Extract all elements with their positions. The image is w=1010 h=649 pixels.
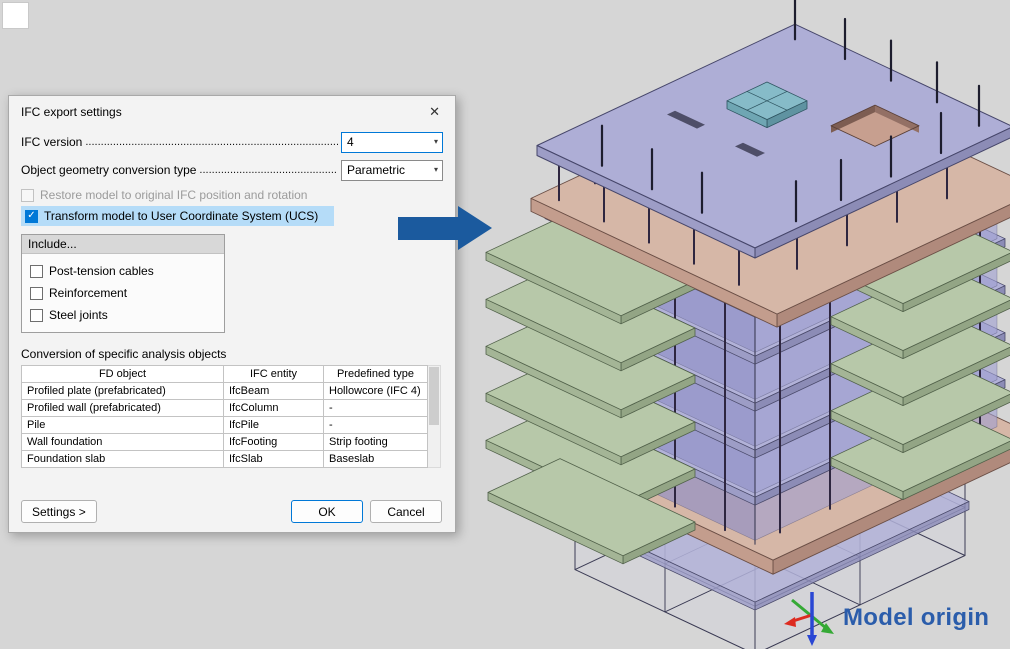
table-header-row: FD object IFC entity Predefined type	[22, 366, 428, 383]
transform-ucs-checkbox[interactable]: ✓	[25, 210, 38, 223]
origin-axes-icon	[782, 588, 842, 648]
table-row[interactable]: Foundation slab IfcSlab Baseslab	[22, 451, 428, 468]
close-icon[interactable]: ✕	[426, 104, 443, 120]
check-icon: ✓	[27, 211, 35, 221]
steel-joints-option[interactable]: Steel joints	[30, 308, 108, 322]
post-tension-cables-label: Post-tension cables	[49, 264, 154, 278]
ok-button[interactable]: OK	[291, 500, 363, 523]
model-origin-annotation: Model origin	[782, 588, 989, 648]
transform-ucs-option[interactable]: ✓ Transform model to User Coordinate Sys…	[21, 206, 334, 226]
dotted-leader	[199, 164, 338, 176]
axis-z-arrow	[807, 635, 817, 646]
dialog-title: IFC export settings	[21, 105, 122, 119]
cell-predefined-type[interactable]: -	[324, 417, 428, 434]
col-ifc-entity: IFC entity	[224, 366, 324, 383]
chevron-down-icon: ▾	[434, 166, 438, 174]
dotted-leader	[85, 136, 338, 148]
dialog-header: IFC export settings ✕	[9, 96, 455, 126]
cell-ifc-entity[interactable]: IfcFooting	[224, 434, 324, 451]
cell-fd-object[interactable]: Profiled wall (prefabricated)	[22, 400, 224, 417]
cell-fd-object[interactable]: Foundation slab	[22, 451, 224, 468]
cell-fd-object[interactable]: Wall foundation	[22, 434, 224, 451]
geometry-conversion-select[interactable]: Parametric ▾	[341, 160, 443, 181]
cell-predefined-type[interactable]: Strip footing	[324, 434, 428, 451]
ifc-version-label: IFC version	[21, 135, 82, 149]
cell-predefined-type[interactable]: -	[324, 400, 428, 417]
col-predefined-type: Predefined type	[324, 366, 428, 383]
reinforcement-label: Reinforcement	[49, 286, 127, 300]
corner-panel	[2, 2, 29, 29]
col-fd-object: FD object	[22, 366, 224, 383]
ifc-version-select[interactable]: 4 ▾	[341, 132, 443, 153]
reinforcement-option[interactable]: Reinforcement	[30, 286, 127, 300]
table-scrollbar[interactable]	[428, 365, 441, 468]
model-origin-label: Model origin	[843, 604, 989, 632]
table-row[interactable]: Profiled wall (prefabricated) IfcColumn …	[22, 400, 428, 417]
cell-ifc-entity[interactable]: IfcColumn	[224, 400, 324, 417]
steel-joints-label: Steel joints	[49, 308, 108, 322]
conversion-table: FD object IFC entity Predefined type Pro…	[21, 365, 428, 468]
axis-x-arrow	[784, 617, 796, 627]
table-row[interactable]: Pile IfcPile -	[22, 417, 428, 434]
ifc-version-row: IFC version 4 ▾	[21, 130, 443, 154]
conversion-table-wrap: FD object IFC entity Predefined type Pro…	[21, 365, 443, 468]
conversion-caption: Conversion of specific analysis objects	[21, 347, 443, 361]
transform-ucs-label: Transform model to User Coordinate Syste…	[44, 209, 318, 223]
ifc-version-value: 4	[347, 135, 354, 149]
include-group-title: Include...	[22, 235, 224, 254]
reinforcement-checkbox[interactable]	[30, 287, 43, 300]
restore-position-label: Restore model to original IFC position a…	[40, 188, 307, 202]
cell-ifc-entity[interactable]: IfcBeam	[224, 383, 324, 400]
cell-fd-object[interactable]: Profiled plate (prefabricated)	[22, 383, 224, 400]
post-tension-cables-checkbox[interactable]	[30, 265, 43, 278]
steel-joints-checkbox[interactable]	[30, 309, 43, 322]
axis-x-line	[793, 615, 812, 621]
ok-cancel-group: OK Cancel	[291, 500, 442, 523]
table-row[interactable]: Wall foundation IfcFooting Strip footing	[22, 434, 428, 451]
ifc-export-settings-dialog: IFC export settings ✕ IFC version 4 ▾ Ob…	[8, 95, 456, 533]
cell-fd-object[interactable]: Pile	[22, 417, 224, 434]
include-group: Include... Post-tension cables Reinforce…	[21, 234, 225, 333]
chevron-down-icon: ▾	[434, 138, 438, 146]
restore-position-option[interactable]: Restore model to original IFC position a…	[21, 188, 307, 202]
cancel-button[interactable]: Cancel	[370, 500, 442, 523]
axis-y-line	[792, 600, 826, 628]
cell-ifc-entity[interactable]: IfcPile	[224, 417, 324, 434]
dialog-buttons: Settings > OK Cancel	[21, 500, 442, 523]
geometry-conversion-row: Object geometry conversion type Parametr…	[21, 158, 443, 182]
cell-predefined-type[interactable]: Hollowcore (IFC 4)	[324, 383, 428, 400]
table-row[interactable]: Profiled plate (prefabricated) IfcBeam H…	[22, 383, 428, 400]
restore-position-checkbox[interactable]	[21, 189, 34, 202]
table-scrollbar-thumb[interactable]	[429, 367, 439, 425]
cell-ifc-entity[interactable]: IfcSlab	[224, 451, 324, 468]
settings-button[interactable]: Settings >	[21, 500, 97, 523]
geometry-conversion-label: Object geometry conversion type	[21, 163, 196, 177]
geometry-conversion-value: Parametric	[347, 163, 405, 177]
cell-predefined-type[interactable]: Baseslab	[324, 451, 428, 468]
post-tension-cables-option[interactable]: Post-tension cables	[30, 264, 154, 278]
include-group-body: Post-tension cables Reinforcement Steel …	[22, 254, 224, 332]
